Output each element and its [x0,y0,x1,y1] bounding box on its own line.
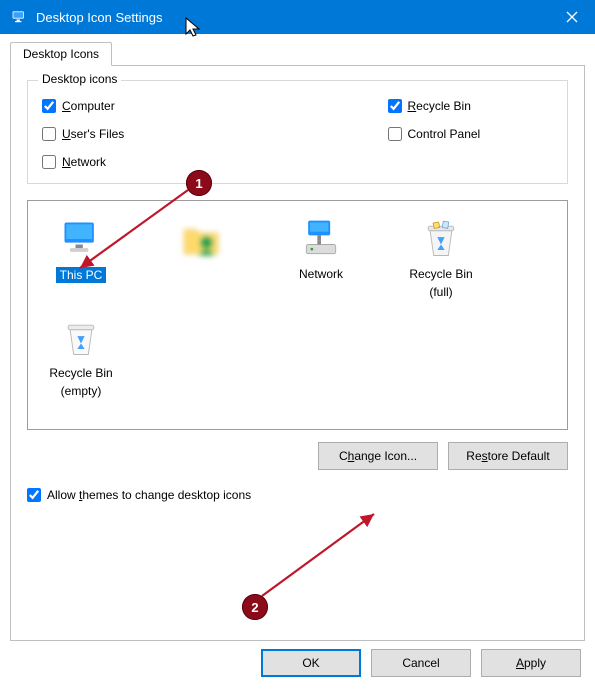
apply-button[interactable]: Apply [481,649,581,677]
tab-page: Desktop icons Computer User's Files Netw… [10,65,585,641]
tab-desktop-icons[interactable]: Desktop Icons [10,42,112,66]
group-legend: Desktop icons [38,72,121,86]
tab-label: Desktop Icons [23,47,99,61]
checkbox-users-files-input[interactable] [42,127,56,141]
checkbox-network[interactable]: Network [42,155,208,169]
annotation-badge-2: 2 [242,594,268,620]
client-area: Desktop Icons Desktop icons Computer Use… [0,34,595,689]
checkbox-network-input[interactable] [42,155,56,169]
icon-item-network[interactable]: Network [276,211,366,304]
network-icon [297,215,345,263]
icon-label-line2: (empty) [61,384,102,398]
icon-item-recycle-bin-full[interactable]: Recycle Bin (full) [396,211,486,304]
close-icon [566,11,578,23]
checkbox-control-panel[interactable]: Control Panel [388,127,554,141]
checkbox-allow-themes-input[interactable] [27,488,41,502]
cancel-button[interactable]: Cancel [371,649,471,677]
desktop-icons-group: Desktop icons Computer User's Files Netw… [27,80,568,184]
icon-label-line1: Recycle Bin [409,267,472,281]
restore-default-button[interactable]: Restore Default [448,442,568,470]
icon-label [189,267,212,281]
checkbox-users-files[interactable]: User's Files [42,127,208,141]
checkbox-control-panel-input[interactable] [388,127,402,141]
checkbox-recycle-bin[interactable]: Recycle Bin [388,99,554,113]
app-icon [10,8,28,26]
icon-label: This PC [56,267,107,283]
icon-label-line1: Recycle Bin [49,366,112,380]
close-button[interactable] [549,0,595,34]
annotation-badge-1: 1 [186,170,212,196]
window-title: Desktop Icon Settings [36,10,549,25]
checkbox-computer[interactable]: Computer [42,99,208,113]
cursor-icon [184,16,202,41]
icon-label-line2: (full) [429,285,452,299]
recycle-bin-empty-icon [57,314,105,362]
ok-button[interactable]: OK [261,649,361,677]
icon-button-row: Change Icon... Restore Default [27,442,568,470]
title-bar: Desktop Icon Settings [0,0,595,34]
change-icon-button[interactable]: Change Icon... [318,442,438,470]
icon-item-this-pc[interactable]: This PC [36,211,126,304]
computer-icon [57,215,105,263]
user-folder-icon [177,215,225,263]
icon-item-recycle-bin-empty[interactable]: Recycle Bin (empty) [36,310,126,403]
dialog-button-row: OK Cancel Apply [261,649,581,677]
icon-item-user-folder[interactable] [156,211,246,304]
checkbox-recycle-bin-input[interactable] [388,99,402,113]
checkbox-allow-themes[interactable]: Allow themes to change desktop icons [27,488,568,502]
icon-list[interactable]: This PC [27,200,568,430]
tab-strip: Desktop Icons [10,40,585,66]
icon-label: Network [299,267,343,281]
recycle-bin-full-icon [417,215,465,263]
checkbox-computer-input[interactable] [42,99,56,113]
